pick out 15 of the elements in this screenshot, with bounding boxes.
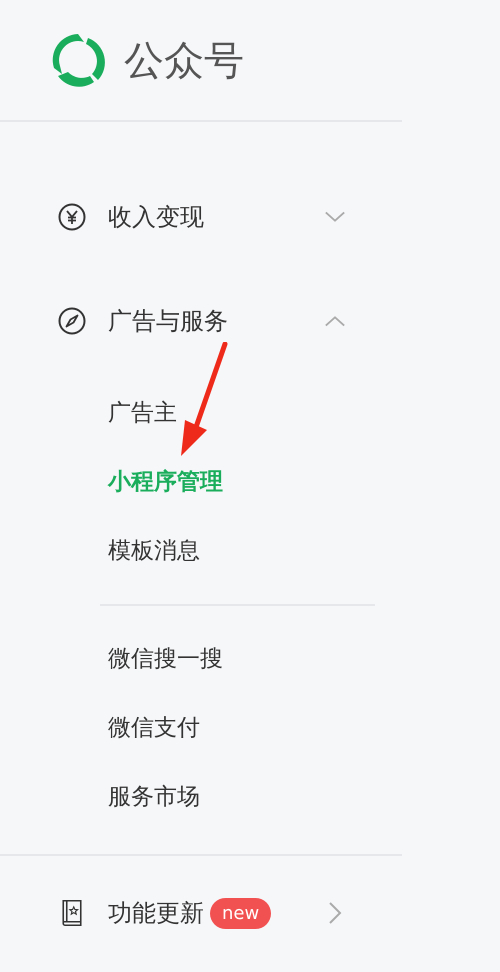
submenu-item[interactable]: 服务市场 [0, 762, 402, 831]
app-title: 公众号 [124, 36, 244, 86]
submenu-item[interactable]: 广告主 [0, 378, 402, 447]
new-badge: new [210, 898, 272, 928]
menu-section[interactable]: 收入变现 [0, 187, 402, 247]
chevron-right-icon [328, 901, 342, 925]
compass-icon [58, 307, 86, 335]
menu-section[interactable]: 广告与服务 [0, 291, 402, 351]
menu-section[interactable]: 功能更新 new [0, 883, 402, 943]
yen-icon [58, 203, 86, 231]
submenu-item[interactable]: 模板消息 [0, 516, 402, 585]
chevron-up-icon [324, 314, 346, 328]
chevron-down-icon [324, 210, 346, 224]
submenu-item[interactable]: 微信支付 [0, 693, 402, 762]
submenu-item[interactable]: 微信搜一搜 [0, 624, 402, 693]
